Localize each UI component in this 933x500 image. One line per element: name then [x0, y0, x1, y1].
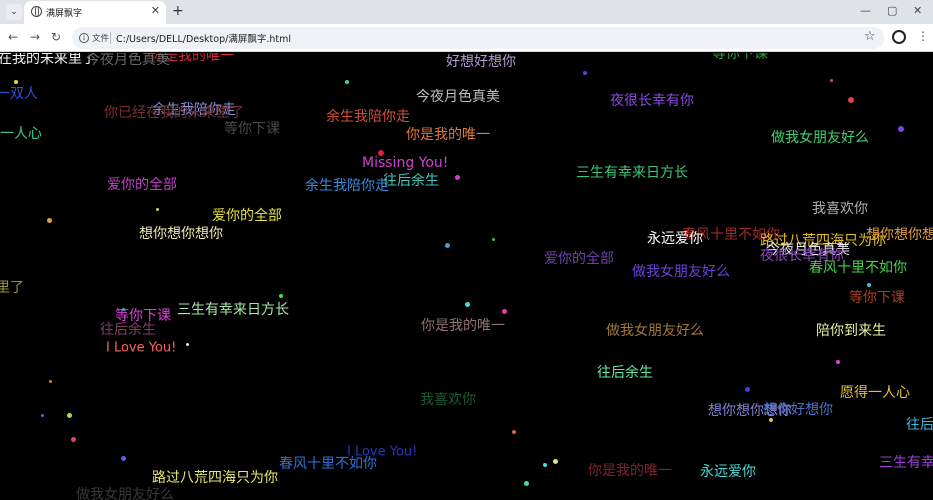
floating-word: 你是我的唯一 [406, 127, 490, 143]
floating-word: 做我女朋友好么 [632, 264, 730, 280]
floating-word: 夜很长幸有你 [610, 93, 694, 109]
floating-word: 做我女朋友好么 [771, 130, 869, 146]
floating-word: 一双人 [0, 86, 38, 102]
floating-word: 做我女朋友好么 [76, 487, 174, 500]
sparkle-dot [122, 308, 125, 311]
floating-word: 三生有幸 [879, 455, 933, 471]
floating-word: I Love You! [106, 340, 177, 356]
floating-word: 路过八荒四海只为你 [152, 470, 278, 486]
globe-icon [31, 6, 42, 17]
window-close-icon[interactable]: ✕ [913, 4, 922, 17]
floating-word: 愿得一人心 [840, 385, 910, 401]
sparkle-dot [830, 79, 833, 82]
sparkle-dot [378, 150, 384, 156]
sparkle-dot [867, 283, 871, 287]
browser-toolbar: ← → ↻ i 文件 C:/Users/DELL/Desktop/满屏飘字.ht… [0, 24, 933, 52]
sparkle-dot [279, 294, 283, 298]
sparkle-dot [848, 97, 854, 103]
tab-search-chevron-icon[interactable]: ⌄ [6, 4, 22, 20]
back-icon[interactable]: ← [8, 30, 18, 44]
floating-word: 等你下课 [224, 121, 280, 137]
sparkle-dot [14, 80, 18, 84]
sparkle-dot [543, 463, 547, 467]
floating-word: 你是我的唯一 [588, 463, 672, 479]
address-bar[interactable]: i 文件 C:/Users/DELL/Desktop/满屏飘字.html [72, 27, 884, 49]
floating-word: 往后 [906, 417, 933, 433]
sparkle-dot [67, 413, 72, 418]
sparkle-dot [47, 218, 52, 223]
floating-word: 爱你的全部 [212, 208, 282, 224]
sparkle-dot [156, 208, 159, 211]
sparkle-dot [492, 238, 495, 241]
floating-word: 余生我陪你走 [305, 178, 389, 194]
sparkle-dot [524, 481, 529, 486]
floating-word: 我喜欢你 [812, 201, 868, 217]
new-tab-button[interactable]: + [172, 3, 184, 19]
floating-word: 爱你的全部 [544, 251, 614, 267]
floating-word: 爱你的全部 [107, 177, 177, 193]
maximize-icon[interactable]: ▢ [887, 4, 897, 17]
floating-text-canvas: 在我的未来里了 你是我的唯一 好想好想你 等你下课 一双人 今夜月色真美 夜很长… [0, 53, 933, 500]
info-icon[interactable]: i [79, 33, 89, 43]
floating-word: 我喜欢你 [420, 392, 476, 408]
floating-word: 在我的未来里了 [0, 53, 96, 67]
tab-title: 满屏飘字 [46, 9, 83, 19]
floating-word: 永远爱你 [700, 464, 756, 480]
floating-word: 陪你到来生 [816, 323, 886, 339]
file-chip[interactable]: 文件 [92, 32, 109, 44]
sparkle-dot [553, 459, 558, 464]
sparkle-dot [836, 360, 840, 364]
close-tab-icon[interactable]: ✕ [151, 4, 160, 17]
floating-word: 春风十里不如你 [809, 260, 907, 276]
floating-word: 等你下课 [115, 308, 171, 324]
sparkle-dot [49, 380, 52, 383]
sparkle-dot [512, 430, 516, 434]
floating-word: 好想好想你 [446, 54, 516, 70]
floating-word: 今夜月色真美 [416, 89, 500, 105]
chip-divider [110, 32, 111, 44]
floating-word: 一人心 [0, 126, 42, 142]
floating-word: 往后余生 [383, 173, 439, 189]
floating-word: 三生有幸来日方长 [177, 302, 289, 318]
sparkle-dot [745, 387, 750, 392]
floating-word: 今夜月色真美 [86, 53, 170, 68]
floating-word: 永远爱你 [647, 231, 703, 247]
sparkle-dot [186, 343, 189, 346]
sparkle-dot [898, 126, 904, 132]
floating-word: 余生我陪你走 [326, 109, 410, 125]
sparkle-dot [41, 414, 44, 417]
sparkle-dot [121, 456, 126, 461]
sparkle-dot [769, 418, 773, 422]
floating-word: 做我女朋友好么 [606, 323, 704, 339]
floating-word: 等你下课 [849, 290, 905, 306]
floating-word: 往后余生 [100, 322, 156, 338]
floating-word: 你已经在我的未来里了 [104, 105, 244, 121]
floating-word: 春风十里不如你 [279, 456, 377, 472]
bookmark-star-icon[interactable]: ☆ [864, 29, 876, 44]
floating-word: 三生有幸来日方长 [576, 165, 688, 181]
sparkle-dot [445, 243, 450, 248]
sparkle-dot [71, 437, 76, 442]
minimize-icon[interactable]: — [860, 4, 871, 17]
sparkle-dot [502, 309, 507, 314]
profile-avatar-icon[interactable] [892, 30, 906, 44]
reload-icon[interactable]: ↻ [51, 30, 61, 44]
sparkle-dot [345, 80, 349, 84]
forward-icon[interactable]: → [30, 30, 40, 44]
floating-word: 等你下课 [712, 53, 768, 62]
menu-kebab-icon[interactable]: ⋮ [917, 29, 929, 43]
floating-word: Missing You! [362, 155, 449, 171]
sparkle-dot [465, 302, 470, 307]
tab-strip: ⌄ 满屏飘字 ✕ + — ▢ ✕ [0, 0, 933, 24]
floating-word: 想你想你想你 [139, 226, 223, 242]
floating-word: 往后余生 [597, 365, 653, 381]
sparkle-dot [455, 175, 460, 180]
floating-word: 想你想你想你 [866, 227, 933, 243]
url-text[interactable]: C:/Users/DELL/Desktop/满屏飘字.html [116, 31, 291, 45]
tab-active[interactable]: 满屏飘字 ✕ [24, 1, 166, 24]
sparkle-dot [583, 71, 587, 75]
floating-word: 想你好想你 [763, 402, 833, 418]
floating-word: 你是我的唯一 [421, 318, 505, 334]
floating-word: 里了 [0, 280, 24, 296]
